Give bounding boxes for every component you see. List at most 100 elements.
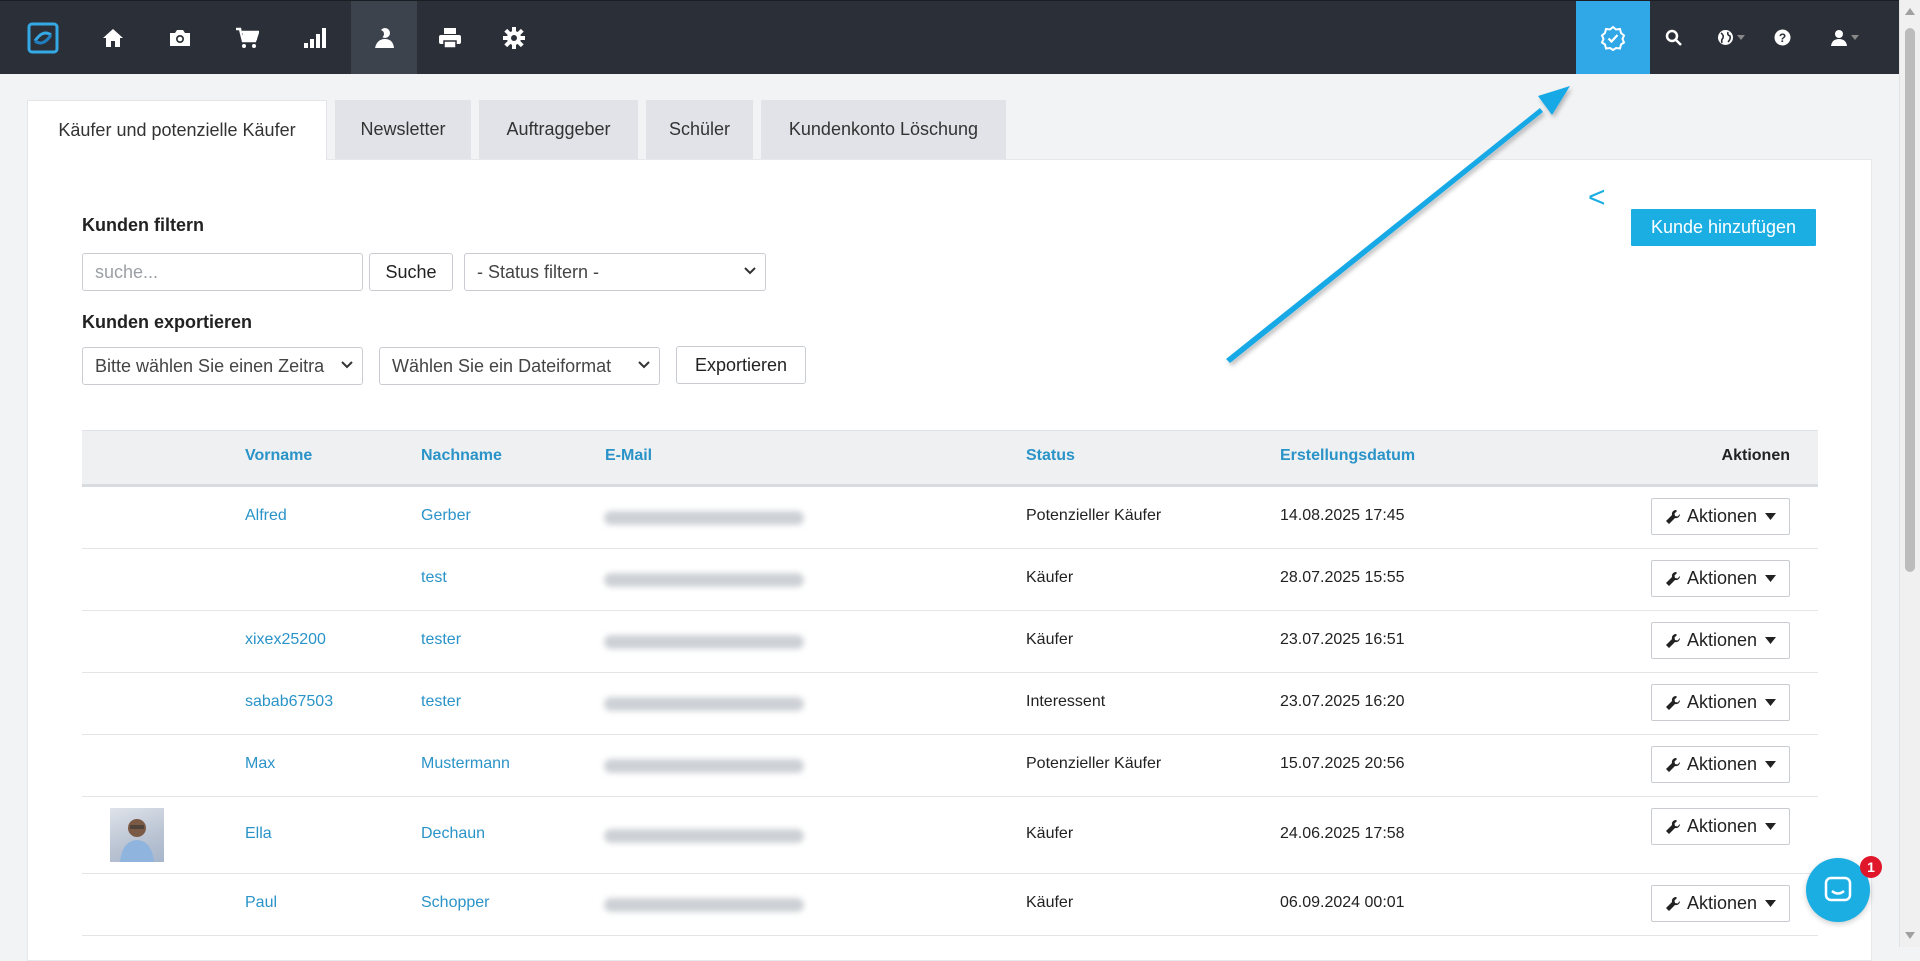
actions-label: Aktionen xyxy=(1686,568,1758,588)
back-arrow-icon[interactable]: < xyxy=(1588,181,1606,215)
actions-button[interactable]: Aktionen xyxy=(1651,808,1790,845)
home-icon[interactable] xyxy=(80,1,146,74)
last-name-cell[interactable]: Schopper xyxy=(421,894,490,912)
email-cell-redacted xyxy=(604,635,804,649)
actions-button[interactable]: Aktionen xyxy=(1651,560,1790,597)
period-select[interactable]: Bitte wählen Sie einen Zeitra xyxy=(82,347,363,385)
last-name-cell[interactable]: Dechaun xyxy=(421,825,485,843)
actions-button[interactable]: Aktionen xyxy=(1651,498,1790,535)
settings-icon[interactable] xyxy=(481,1,547,74)
cart-icon[interactable] xyxy=(214,1,280,74)
customer-table: Vorname Nachname E-Mail Status Erstellun… xyxy=(82,430,1818,936)
actions-button[interactable]: Aktionen xyxy=(1651,885,1790,922)
first-name-cell[interactable]: Paul xyxy=(245,894,277,912)
badge-check-icon[interactable] xyxy=(1576,1,1650,74)
created-cell: 06.09.2024 00:01 xyxy=(1280,894,1405,911)
last-name-cell[interactable]: Gerber xyxy=(421,507,471,525)
created-cell: 14.08.2025 17:45 xyxy=(1280,507,1405,524)
top-navbar: ? xyxy=(0,0,1900,74)
first-name-cell[interactable]: Max xyxy=(245,755,275,773)
status-filter-select[interactable]: - Status filtern - xyxy=(464,253,766,291)
table-header: Vorname Nachname E-Mail Status Erstellun… xyxy=(82,430,1818,487)
created-cell: 23.07.2025 16:51 xyxy=(1280,631,1405,648)
tab-clients[interactable]: Auftraggeber xyxy=(479,100,638,159)
first-name-cell[interactable]: sabab67503 xyxy=(245,693,333,711)
search-icon[interactable] xyxy=(1652,1,1696,74)
table-row: test Käufer 28.07.2025 15:55 Aktionen xyxy=(82,549,1818,611)
wrench-icon xyxy=(1665,633,1680,648)
last-name-cell[interactable]: Mustermann xyxy=(421,755,510,773)
camera-icon[interactable] xyxy=(147,1,213,74)
export-button[interactable]: Exportieren xyxy=(676,346,806,384)
actions-button[interactable]: Aktionen xyxy=(1651,684,1790,721)
customer-photo[interactable] xyxy=(110,808,164,862)
header-email[interactable]: E-Mail xyxy=(605,447,652,465)
table-row: Max Mustermann Potenzieller Käufer 15.07… xyxy=(82,735,1818,797)
actions-label: Aktionen xyxy=(1686,893,1758,913)
status-cell: Käufer xyxy=(1026,894,1074,911)
add-customer-button[interactable]: Kunde hinzufügen xyxy=(1631,209,1816,246)
created-cell: 23.07.2025 16:20 xyxy=(1280,693,1405,710)
wrench-icon xyxy=(1665,819,1680,834)
caret-down-icon xyxy=(1765,513,1777,520)
created-cell: 24.06.2025 17:58 xyxy=(1280,825,1405,842)
filter-title: Kunden filtern xyxy=(82,215,204,235)
status-cell: Interessent xyxy=(1026,693,1106,710)
email-cell-redacted xyxy=(604,697,804,711)
actions-label: Aktionen xyxy=(1686,692,1758,712)
tab-buyers[interactable]: Käufer und potenzielle Käufer xyxy=(27,100,327,160)
scroll-thumb[interactable] xyxy=(1905,28,1915,572)
caret-down-icon xyxy=(1765,900,1777,907)
customers-icon[interactable] xyxy=(351,1,417,74)
header-created[interactable]: Erstellungsdatum xyxy=(1280,447,1415,465)
wrench-icon xyxy=(1665,509,1680,524)
status-cell: Käufer xyxy=(1026,825,1074,842)
globe-icon[interactable] xyxy=(1706,1,1756,74)
status-cell: Potenzieller Käufer xyxy=(1026,507,1162,524)
first-name-cell[interactable]: Ella xyxy=(245,825,272,843)
caret-down-icon xyxy=(1765,823,1777,830)
format-select[interactable]: Wählen Sie ein Dateiformat xyxy=(379,347,660,385)
wrench-icon xyxy=(1665,571,1680,586)
first-name-cell[interactable]: xixex25200 xyxy=(245,631,326,649)
page-scrollbar[interactable] xyxy=(1899,0,1920,947)
last-name-cell[interactable]: test xyxy=(421,569,447,587)
last-name-cell[interactable]: tester xyxy=(421,693,461,711)
tab-students[interactable]: Schüler xyxy=(646,100,753,159)
status-cell: Käufer xyxy=(1026,569,1074,586)
tab-newsletter[interactable]: Newsletter xyxy=(335,100,471,159)
caret-down-icon xyxy=(1765,637,1777,644)
svg-text:?: ? xyxy=(1778,31,1785,45)
search-button[interactable]: Suche xyxy=(369,253,453,291)
header-last-name[interactable]: Nachname xyxy=(421,447,502,465)
chat-icon xyxy=(1824,876,1852,902)
table-row: sabab67503 tester Interessent 23.07.2025… xyxy=(82,673,1818,735)
header-first-name[interactable]: Vorname xyxy=(245,447,312,465)
logo-icon[interactable] xyxy=(10,1,76,74)
header-status[interactable]: Status xyxy=(1026,447,1075,465)
header-actions: Aktionen xyxy=(1721,447,1790,464)
status-filter-value: - Status filtern - xyxy=(477,261,600,282)
search-input[interactable] xyxy=(82,253,363,291)
print-icon[interactable] xyxy=(417,1,483,74)
scroll-down-icon[interactable] xyxy=(1905,932,1915,939)
email-cell-redacted xyxy=(604,829,804,843)
first-name-cell[interactable]: Alfred xyxy=(245,507,287,525)
email-cell-redacted xyxy=(604,898,804,912)
chevron-down-icon xyxy=(638,361,650,369)
actions-button[interactable]: Aktionen xyxy=(1651,622,1790,659)
scroll-up-icon[interactable] xyxy=(1905,8,1915,15)
notification-badge: 1 xyxy=(1860,856,1882,878)
caret-down-icon xyxy=(1765,575,1777,582)
stats-icon[interactable] xyxy=(282,1,348,74)
email-cell-redacted xyxy=(604,759,804,773)
actions-label: Aktionen xyxy=(1686,630,1758,650)
last-name-cell[interactable]: tester xyxy=(421,631,461,649)
wrench-icon xyxy=(1665,757,1680,772)
chevron-down-icon xyxy=(341,361,353,369)
help-icon[interactable]: ? xyxy=(1760,1,1804,74)
actions-button[interactable]: Aktionen xyxy=(1651,746,1790,783)
created-cell: 15.07.2025 20:56 xyxy=(1280,755,1405,772)
user-icon[interactable] xyxy=(1814,1,1874,74)
tab-account-deletion[interactable]: Kundenkonto Löschung xyxy=(761,100,1006,159)
